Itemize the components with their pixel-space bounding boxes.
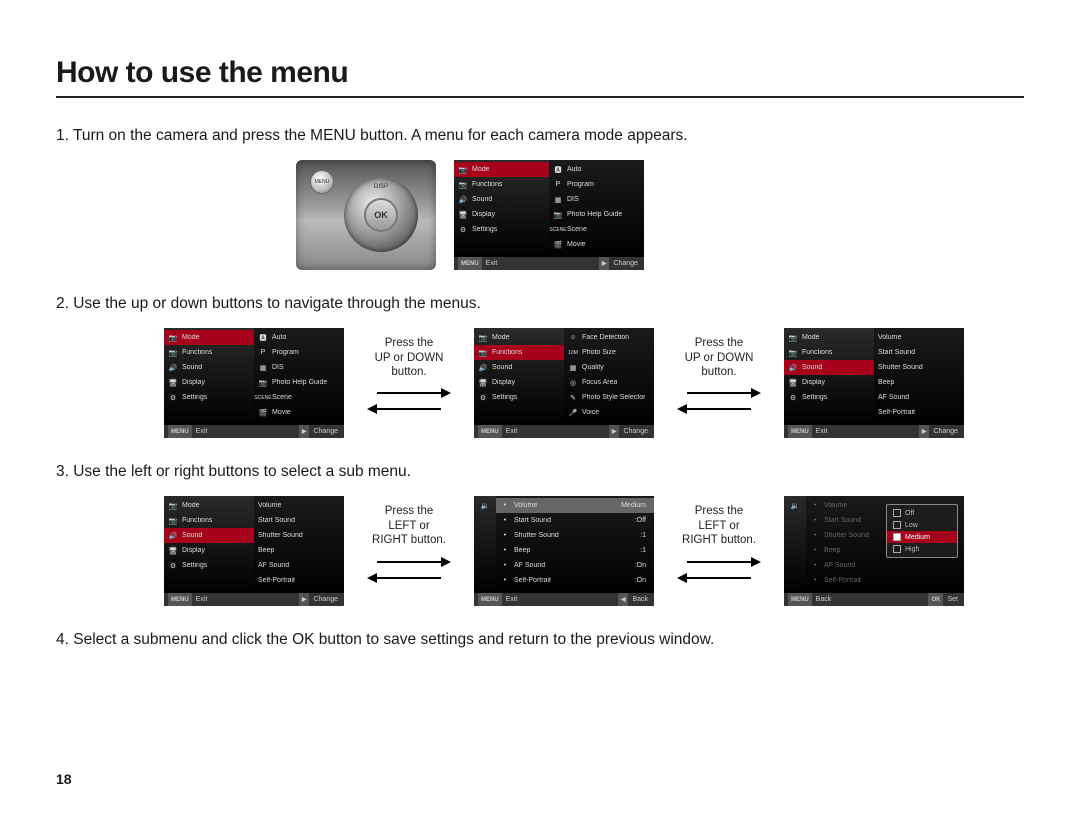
mode-scene: SCENEScene xyxy=(549,222,644,237)
lcd-s2-c: 📷Mode 📷Functions 🔊Sound 🖥Display ⚙Settin… xyxy=(784,328,964,438)
arrow-right-icon xyxy=(677,388,761,398)
step-2: 2. Use the up or down buttons to navigat… xyxy=(56,294,1024,314)
step-1: 1. Turn on the camera and press the MENU… xyxy=(56,126,1024,146)
arrow-updown-2: Press the UP or DOWN button. xyxy=(672,336,766,417)
arrow-right-icon xyxy=(367,388,451,398)
arrow-left-icon xyxy=(367,573,451,583)
popup-off: Off xyxy=(887,507,957,519)
menu-item-functions: 📷Functions xyxy=(454,177,549,192)
mode-program: PProgram xyxy=(549,177,644,192)
step-4: 4. Select a submenu and click the OK but… xyxy=(56,630,1024,650)
lcd-s2-a: 📷Mode 📷Functions 🔊Sound 🖥Display ⚙Settin… xyxy=(164,328,344,438)
disp-label: DISP xyxy=(374,184,388,190)
popup-high: High xyxy=(887,543,957,555)
title-rule xyxy=(56,96,1024,98)
arrow-leftright-2: Press the LEFT or RIGHT button. xyxy=(672,504,766,585)
lcd-footer: MENUExit ▶Change xyxy=(454,257,644,270)
menu-item-display: 🖥Display xyxy=(454,207,549,222)
mode-movie: 🎬Movie xyxy=(549,237,644,252)
popup-low: Low xyxy=(887,519,957,531)
speaker-icon: 🔉 xyxy=(790,501,800,511)
speaker-icon: 🔉 xyxy=(480,501,490,511)
footer-menu-icon: MENU xyxy=(458,257,482,270)
arrow-right-icon xyxy=(677,557,761,567)
mode-auto: 🅰Auto xyxy=(549,162,644,177)
menu-item-mode: 📷Mode xyxy=(454,162,549,177)
lcd-s3-c: 🔉 •Volume •Start Sound •Shutter Sound •B… xyxy=(784,496,964,606)
lcd-main-menu: 📷Mode 📷Functions 🔊Sound 🖥Display ⚙Settin… xyxy=(454,160,644,270)
arrow-leftright-1: Press the LEFT or RIGHT button. xyxy=(362,504,456,585)
nav-ring: DISP OK xyxy=(344,178,418,252)
caption-updown: Press the UP or DOWN button. xyxy=(375,336,444,379)
page-title: How to use the menu xyxy=(56,56,1024,90)
arrow-left-icon xyxy=(677,404,761,414)
mode-guide: 📷Photo Help Guide xyxy=(549,207,644,222)
lcd-s3-b: 🔉 •VolumeMedium •Start Sound:Off •Shutte… xyxy=(474,496,654,606)
ok-button: OK xyxy=(364,198,398,232)
popup-medium: Medium xyxy=(887,531,957,543)
mode-dis: ▦DIS xyxy=(549,192,644,207)
step2-row: 📷Mode 📷Functions 🔊Sound 🖥Display ⚙Settin… xyxy=(56,328,1024,438)
arrow-right-icon xyxy=(367,557,451,567)
footer-play-icon: ▶ xyxy=(599,257,610,270)
lcd-s2-b: 📷Mode 📷Functions 🔊Sound 🖥Display ⚙Settin… xyxy=(474,328,654,438)
arrow-left-icon xyxy=(367,404,451,414)
page-number: 18 xyxy=(56,771,72,787)
volume-popup: Off Low Medium High xyxy=(886,504,958,558)
step-3: 3. Use the left or right buttons to sele… xyxy=(56,462,1024,482)
arrow-updown-1: Press the UP or DOWN button. xyxy=(362,336,456,417)
lcd-s3-a: 📷Mode 📷Functions 🔊Sound 🖥Display ⚙Settin… xyxy=(164,496,344,606)
menu-button-icon: MENU xyxy=(310,170,334,194)
step1-row: MENU DISP OK 📷Mode 📷Functions 🔊Sound 🖥Di… xyxy=(56,160,1024,270)
arrow-left-icon xyxy=(677,573,761,583)
step3-row: 📷Mode 📷Functions 🔊Sound 🖥Display ⚙Settin… xyxy=(56,496,1024,606)
camera-icon: 📷 xyxy=(458,165,468,175)
menu-item-sound: 🔊Sound xyxy=(454,192,549,207)
menu-item-settings: ⚙Settings xyxy=(454,222,549,237)
camera-illustration: MENU DISP OK xyxy=(296,160,436,270)
